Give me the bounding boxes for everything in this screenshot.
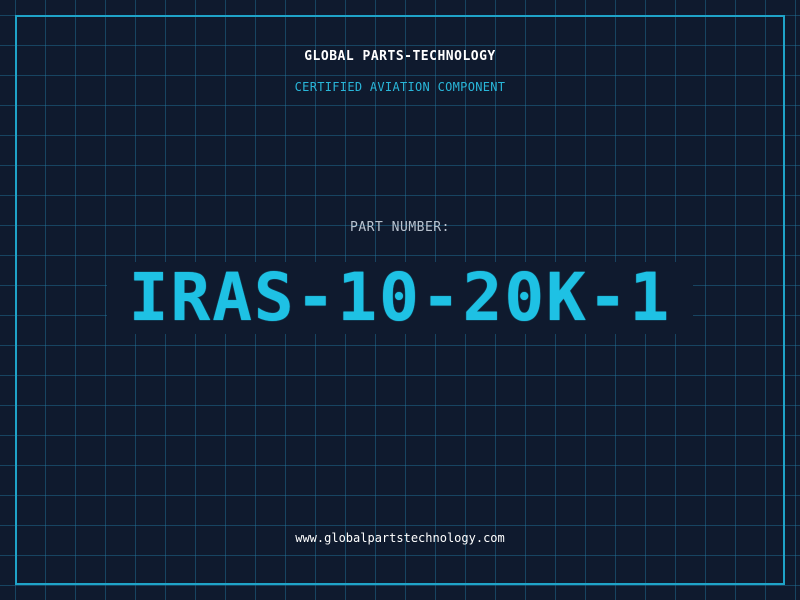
part-number-panel: IRAS-10-20K-1 [107,262,693,334]
certification-subtitle: CERTIFIED AVIATION COMPONENT [294,80,506,94]
certificate-page: GLOBAL PARTS-TECHNOLOGY CERTIFIED AVIATI… [0,0,800,600]
part-number-label: PART NUMBER: [350,220,450,235]
company-name: GLOBAL PARTS-TECHNOLOGY [304,49,496,64]
part-number-value: IRAS-10-20K-1 [128,259,672,336]
website-url: www.globalpartstechnology.com [295,531,505,545]
